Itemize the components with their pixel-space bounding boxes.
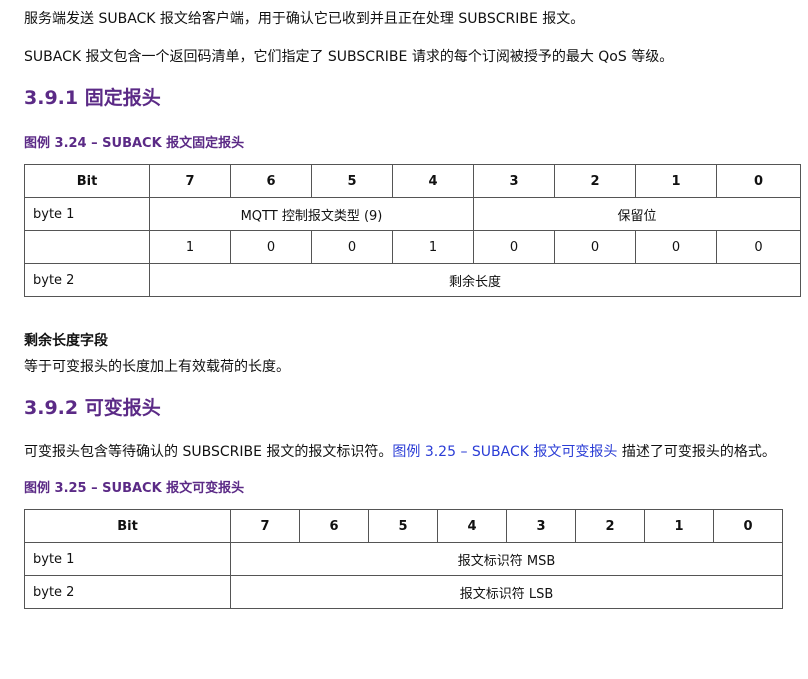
row-label-bits bbox=[24, 230, 150, 264]
header-cell-1: 1 bbox=[644, 509, 714, 543]
table-row: byte 1 报文标识符 MSB bbox=[24, 542, 783, 576]
description-text-after-link: 描述了可变报头的格式。 bbox=[617, 444, 776, 460]
figure-caption-3-24: 图例 3.24 – SUBACK 报文固定报头 bbox=[24, 136, 245, 151]
header-cell-2: 2 bbox=[575, 509, 645, 543]
bit-value-3: 0 bbox=[473, 230, 555, 264]
bit-value-5: 0 bbox=[311, 230, 393, 264]
row-label-byte-1: byte 1 bbox=[24, 197, 150, 231]
table-row: byte 2 报文标识符 LSB bbox=[24, 575, 783, 609]
header-cell-5: 5 bbox=[311, 164, 393, 198]
intro-paragraph-1: 服务端发送 SUBACK 报文给客户端，用于确认它已收到并且正在处理 SUBSC… bbox=[24, 11, 585, 27]
header-cell-2: 2 bbox=[554, 164, 636, 198]
control-packet-type-cell: MQTT 控制报文类型 (9) bbox=[149, 197, 474, 231]
remaining-length-heading: 剩余长度字段 bbox=[24, 333, 108, 349]
header-cell-5: 5 bbox=[368, 509, 438, 543]
packet-identifier-lsb-cell: 报文标识符 LSB bbox=[230, 575, 783, 609]
variable-header-table: Bit 7 6 5 4 3 2 1 0 byte 1 报文标识符 MSB byt… bbox=[24, 509, 783, 609]
row-label-byte-1: byte 1 bbox=[24, 542, 231, 576]
bit-value-2: 0 bbox=[554, 230, 636, 264]
reserved-bits-cell: 保留位 bbox=[473, 197, 801, 231]
fixed-header-table: Bit 7 6 5 4 3 2 1 0 byte 1 MQTT 控制报文类型 (… bbox=[24, 164, 801, 297]
bit-value-7: 1 bbox=[149, 230, 231, 264]
header-cell-3: 3 bbox=[473, 164, 555, 198]
table-header-row: Bit 7 6 5 4 3 2 1 0 bbox=[24, 164, 801, 198]
row-label-byte-2: byte 2 bbox=[24, 263, 150, 297]
header-cell-bit: Bit bbox=[24, 164, 150, 198]
bit-value-0: 0 bbox=[716, 230, 801, 264]
header-cell-6: 6 bbox=[230, 164, 312, 198]
variable-header-description: 可变报头包含等待确认的 SUBSCRIBE 报文的报文标识符。图例 3.25 –… bbox=[24, 441, 808, 463]
figure-caption-3-25: 图例 3.25 – SUBACK 报文可变报头 bbox=[24, 481, 245, 496]
table-row: byte 1 MQTT 控制报文类型 (9) 保留位 bbox=[24, 197, 801, 231]
section-heading-fixed-header: 3.9.1 固定报头 bbox=[24, 87, 161, 109]
bit-value-1: 0 bbox=[635, 230, 717, 264]
header-cell-0: 0 bbox=[716, 164, 801, 198]
figure-3-25-link[interactable]: 图例 3.25 – SUBACK 报文可变报头 bbox=[392, 444, 617, 460]
section-heading-variable-header: 3.9.2 可变报头 bbox=[24, 397, 161, 419]
remaining-length-description: 等于可变报头的长度加上有效载荷的长度。 bbox=[24, 359, 290, 375]
description-text-before-link: 可变报头包含等待确认的 SUBSCRIBE 报文的报文标识符。 bbox=[24, 444, 393, 460]
header-cell-bit: Bit bbox=[24, 509, 231, 543]
table-row: 1 0 0 1 0 0 0 0 bbox=[24, 230, 801, 264]
bit-value-4: 1 bbox=[392, 230, 474, 264]
row-label-byte-2: byte 2 bbox=[24, 575, 231, 609]
header-cell-6: 6 bbox=[299, 509, 369, 543]
packet-identifier-msb-cell: 报文标识符 MSB bbox=[230, 542, 783, 576]
bit-value-6: 0 bbox=[230, 230, 312, 264]
table-header-row: Bit 7 6 5 4 3 2 1 0 bbox=[24, 509, 783, 543]
header-cell-1: 1 bbox=[635, 164, 717, 198]
header-cell-7: 7 bbox=[149, 164, 231, 198]
header-cell-0: 0 bbox=[713, 509, 783, 543]
intro-paragraph-2: SUBACK 报文包含一个返回码清单，它们指定了 SUBSCRIBE 请求的每个… bbox=[24, 49, 674, 65]
remaining-length-cell: 剩余长度 bbox=[149, 263, 801, 297]
document-page: 服务端发送 SUBACK 报文给客户端，用于确认它已收到并且正在处理 SUBSC… bbox=[0, 0, 808, 679]
header-cell-4: 4 bbox=[437, 509, 507, 543]
header-cell-7: 7 bbox=[230, 509, 300, 543]
header-cell-3: 3 bbox=[506, 509, 576, 543]
header-cell-4: 4 bbox=[392, 164, 474, 198]
table-row: byte 2 剩余长度 bbox=[24, 263, 801, 297]
